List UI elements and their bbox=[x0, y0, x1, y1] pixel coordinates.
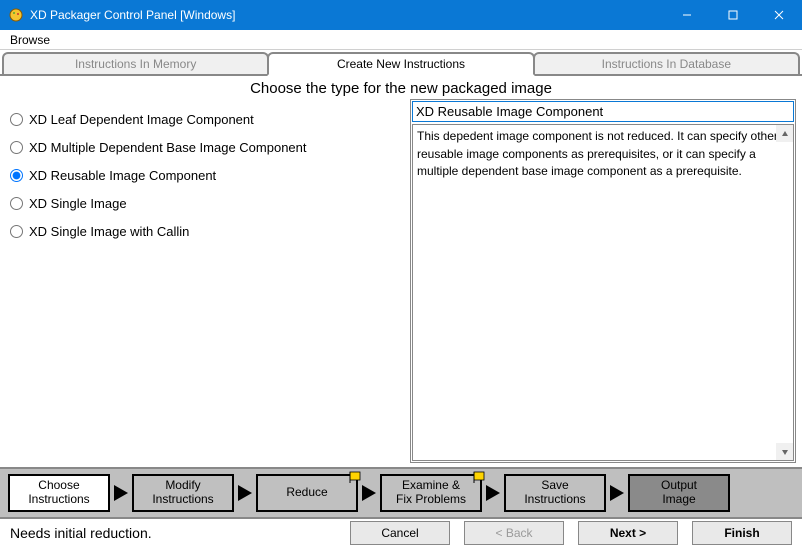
wizard-step-strip: Choose Instructions Modify Instructions … bbox=[0, 467, 802, 519]
tab-label: Instructions In Memory bbox=[75, 57, 196, 71]
arrow-icon bbox=[238, 485, 252, 501]
step-label: Choose Instructions bbox=[28, 479, 89, 507]
window-controls bbox=[664, 0, 802, 30]
radio-input[interactable] bbox=[10, 169, 23, 182]
step-label: Modify Instructions bbox=[152, 479, 213, 507]
cancel-button[interactable]: Cancel bbox=[350, 521, 450, 545]
tab-label: Create New Instructions bbox=[337, 57, 465, 71]
window-title: XD Packager Control Panel [Windows] bbox=[30, 8, 664, 22]
back-button[interactable]: < Back bbox=[464, 521, 564, 545]
next-button[interactable]: Next > bbox=[578, 521, 678, 545]
title-bar: XD Packager Control Panel [Windows] bbox=[0, 0, 802, 30]
step-reduce[interactable]: Reduce bbox=[256, 474, 358, 512]
status-text: Needs initial reduction. bbox=[10, 525, 336, 541]
radio-label: XD Reusable Image Component bbox=[29, 168, 216, 183]
radio-input[interactable] bbox=[10, 225, 23, 238]
button-label: < Back bbox=[495, 526, 532, 540]
step-modify-instructions[interactable]: Modify Instructions bbox=[132, 474, 234, 512]
step-output-image[interactable]: Output Image bbox=[628, 474, 730, 512]
close-button[interactable] bbox=[756, 0, 802, 30]
maximize-button[interactable] bbox=[710, 0, 756, 30]
step-label: Save Instructions bbox=[524, 479, 585, 507]
step-examine-fix[interactable]: Examine & Fix Problems bbox=[380, 474, 482, 512]
button-label: Next > bbox=[610, 526, 646, 540]
step-save-instructions[interactable]: Save Instructions bbox=[504, 474, 606, 512]
step-choose-instructions[interactable]: Choose Instructions bbox=[8, 474, 110, 512]
radio-single-image[interactable]: XD Single Image bbox=[10, 189, 410, 217]
button-label: Cancel bbox=[381, 526, 418, 540]
radio-multiple-dependent[interactable]: XD Multiple Dependent Base Image Compone… bbox=[10, 133, 410, 161]
radio-input[interactable] bbox=[10, 141, 23, 154]
tab-instructions-in-database[interactable]: Instructions In Database bbox=[533, 52, 800, 74]
radio-label: XD Single Image bbox=[29, 196, 127, 211]
type-description: This depedent image component is not red… bbox=[412, 124, 794, 461]
type-radio-group: XD Leaf Dependent Image Component XD Mul… bbox=[10, 99, 410, 463]
scroll-up-button[interactable] bbox=[776, 125, 793, 142]
button-label: Finish bbox=[724, 526, 759, 540]
radio-input[interactable] bbox=[10, 197, 23, 210]
chooser-heading: Choose the type for the new packaged ima… bbox=[0, 76, 802, 99]
tab-label: Instructions In Database bbox=[602, 57, 731, 71]
scroll-down-button[interactable] bbox=[776, 443, 793, 460]
radio-input[interactable] bbox=[10, 113, 23, 126]
flag-icon bbox=[349, 471, 361, 483]
radio-label: XD Single Image with Callin bbox=[29, 224, 189, 239]
type-name-input[interactable] bbox=[412, 101, 794, 122]
tab-create-new-instructions[interactable]: Create New Instructions bbox=[267, 52, 534, 76]
radio-label: XD Leaf Dependent Image Component bbox=[29, 112, 254, 127]
arrow-icon bbox=[610, 485, 624, 501]
radio-reusable[interactable]: XD Reusable Image Component bbox=[10, 161, 410, 189]
menu-bar: Browse bbox=[0, 30, 802, 50]
tab-row: Instructions In Memory Create New Instru… bbox=[0, 52, 802, 76]
arrow-icon bbox=[362, 485, 376, 501]
tab-instructions-in-memory[interactable]: Instructions In Memory bbox=[2, 52, 269, 74]
step-label: Output Image bbox=[661, 479, 697, 507]
main-content: XD Leaf Dependent Image Component XD Mul… bbox=[0, 99, 802, 467]
radio-single-image-callin[interactable]: XD Single Image with Callin bbox=[10, 217, 410, 245]
finish-button[interactable]: Finish bbox=[692, 521, 792, 545]
description-text: This depedent image component is not red… bbox=[417, 129, 778, 178]
arrow-icon bbox=[114, 485, 128, 501]
bottom-bar: Needs initial reduction. Cancel < Back N… bbox=[0, 519, 802, 553]
detail-panel: This depedent image component is not red… bbox=[410, 99, 796, 463]
menu-browse[interactable]: Browse bbox=[4, 31, 56, 49]
step-label: Reduce bbox=[286, 486, 327, 500]
radio-leaf-dependent[interactable]: XD Leaf Dependent Image Component bbox=[10, 105, 410, 133]
arrow-icon bbox=[486, 485, 500, 501]
app-icon bbox=[8, 7, 24, 23]
flag-icon bbox=[473, 471, 485, 483]
step-label: Examine & Fix Problems bbox=[396, 479, 466, 507]
minimize-button[interactable] bbox=[664, 0, 710, 30]
radio-label: XD Multiple Dependent Base Image Compone… bbox=[29, 140, 307, 155]
